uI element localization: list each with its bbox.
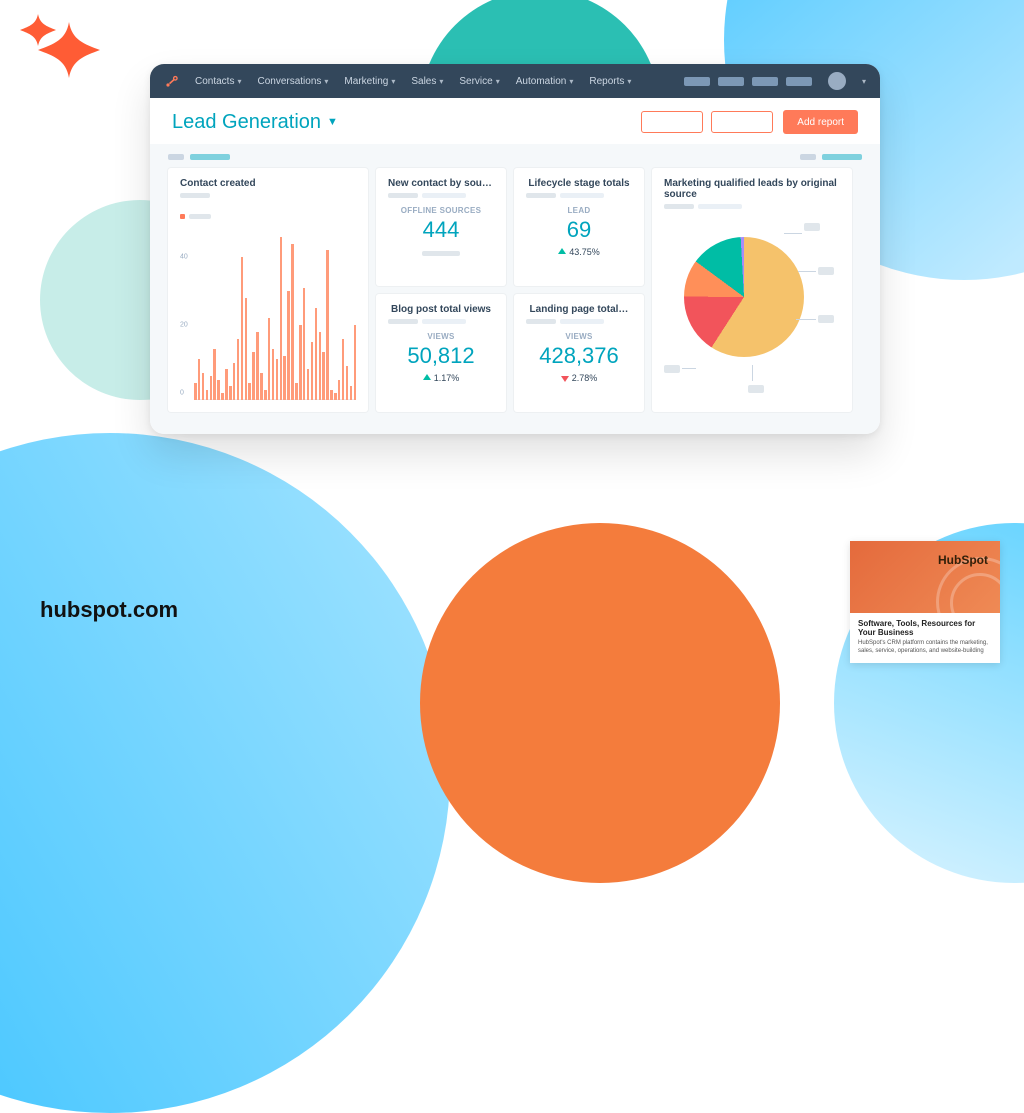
placeholder xyxy=(800,154,816,160)
hubspot-logo-icon xyxy=(164,73,180,89)
kpi-label: OFFLINE SOURCES xyxy=(388,206,494,215)
card-title: Contact created xyxy=(180,178,356,189)
page-header: Lead Generation ▼ Add report xyxy=(150,98,880,144)
kpi-label: VIEWS xyxy=(388,332,494,341)
kpi-value: 444 xyxy=(388,217,494,243)
kpi-label: VIEWS xyxy=(526,332,632,341)
nav-placeholder xyxy=(786,77,812,86)
bg-blob-orange xyxy=(420,523,780,883)
card-lifecycle-stage: Lifecycle stage totals LEAD 69 43.75% xyxy=(514,168,644,286)
card-new-contact-by-source: New contact by source OFFLINE SOURCES 44… xyxy=(376,168,506,286)
nav-service[interactable]: Service▾ xyxy=(452,76,506,87)
kpi-delta: 43.75% xyxy=(526,247,632,257)
placeholder xyxy=(822,154,862,160)
sparkle-icon xyxy=(14,12,102,92)
pie-legend-chip xyxy=(804,223,820,231)
kpi-delta: 1.17% xyxy=(388,373,494,383)
promo-card: HubSpot Software, Tools, Resources for Y… xyxy=(850,541,1000,663)
triangle-up-icon xyxy=(423,374,431,380)
avatar[interactable] xyxy=(828,72,846,90)
promo-brand: HubSpot xyxy=(938,553,988,567)
placeholder xyxy=(168,154,184,160)
triangle-down-icon xyxy=(561,376,569,382)
header-ghost-button[interactable] xyxy=(641,111,703,133)
chevron-down-icon: ▾ xyxy=(569,77,573,86)
app-window: Contacts▾ Conversations▾ Marketing▾ Sale… xyxy=(150,64,880,434)
kpi-value: 50,812 xyxy=(388,343,494,369)
pie-legend-chip xyxy=(664,365,680,373)
nav-reports[interactable]: Reports▾ xyxy=(582,76,638,87)
chevron-down-icon: ▾ xyxy=(391,77,395,86)
bg-blob-bottom-left xyxy=(0,433,450,1113)
nav-sales[interactable]: Sales▾ xyxy=(404,76,450,87)
top-nav: Contacts▾ Conversations▾ Marketing▾ Sale… xyxy=(150,64,880,98)
nav-conversations[interactable]: Conversations▾ xyxy=(250,76,335,87)
header-ghost-button[interactable] xyxy=(711,111,773,133)
kpi-value: 69 xyxy=(526,217,632,243)
pie-legend-chip xyxy=(818,267,834,275)
filter-row xyxy=(168,154,862,160)
card-landing-page-views: Landing page total… VIEWS 428,376 2.78% xyxy=(514,294,644,412)
add-report-button[interactable]: Add report xyxy=(783,110,858,134)
nav-marketing[interactable]: Marketing▾ xyxy=(337,76,402,87)
triangle-up-icon xyxy=(558,248,566,254)
source-label: hubspot.com xyxy=(40,597,178,623)
bar-chart: 02040 xyxy=(180,230,356,400)
promo-text: HubSpot's CRM platform contains the mark… xyxy=(858,640,992,655)
nav-contacts[interactable]: Contacts▾ xyxy=(188,76,248,87)
legend-placeholder xyxy=(189,214,211,219)
card-title: Blog post total views xyxy=(388,304,494,315)
dashboard-switcher[interactable]: Lead Generation ▼ xyxy=(172,111,338,134)
chevron-down-icon: ▾ xyxy=(496,77,500,86)
card-title: Landing page total… xyxy=(526,304,632,315)
promo-title: Software, Tools, Resources for Your Busi… xyxy=(858,619,992,638)
card-title: New contact by source xyxy=(388,178,494,189)
card-title: Marketing qualified leads by original so… xyxy=(664,178,840,200)
card-blog-post-views: Blog post total views VIEWS 50,812 1.17% xyxy=(376,294,506,412)
chevron-down-icon: ▾ xyxy=(324,77,328,86)
pie-legend-chip xyxy=(818,315,834,323)
pie-legend-chip xyxy=(748,385,764,393)
kpi-delta: 2.78% xyxy=(526,373,632,383)
chevron-down-icon: ▾ xyxy=(439,77,443,86)
nav-placeholder xyxy=(684,77,710,86)
chevron-down-icon: ▾ xyxy=(237,77,241,86)
placeholder xyxy=(422,251,460,256)
dashboard-body: Contact created 02040 New contact by sou… xyxy=(150,144,880,434)
legend-dot xyxy=(180,214,185,219)
nav-placeholder xyxy=(752,77,778,86)
card-title: Lifecycle stage totals xyxy=(526,178,632,189)
chevron-down-icon: ▾ xyxy=(627,77,631,86)
chevron-down-icon[interactable]: ▾ xyxy=(862,77,866,86)
card-contact-created: Contact created 02040 xyxy=(168,168,368,412)
chevron-down-icon: ▼ xyxy=(327,116,338,128)
promo-hero: HubSpot xyxy=(850,541,1000,613)
card-marketing-qualified-leads: Marketing qualified leads by original so… xyxy=(652,168,852,412)
pie-chart xyxy=(664,219,840,399)
nav-placeholder xyxy=(718,77,744,86)
kpi-label: LEAD xyxy=(526,206,632,215)
kpi-value: 428,376 xyxy=(526,343,632,369)
placeholder xyxy=(190,154,230,160)
page-title: Lead Generation xyxy=(172,111,321,134)
nav-automation[interactable]: Automation▾ xyxy=(509,76,581,87)
